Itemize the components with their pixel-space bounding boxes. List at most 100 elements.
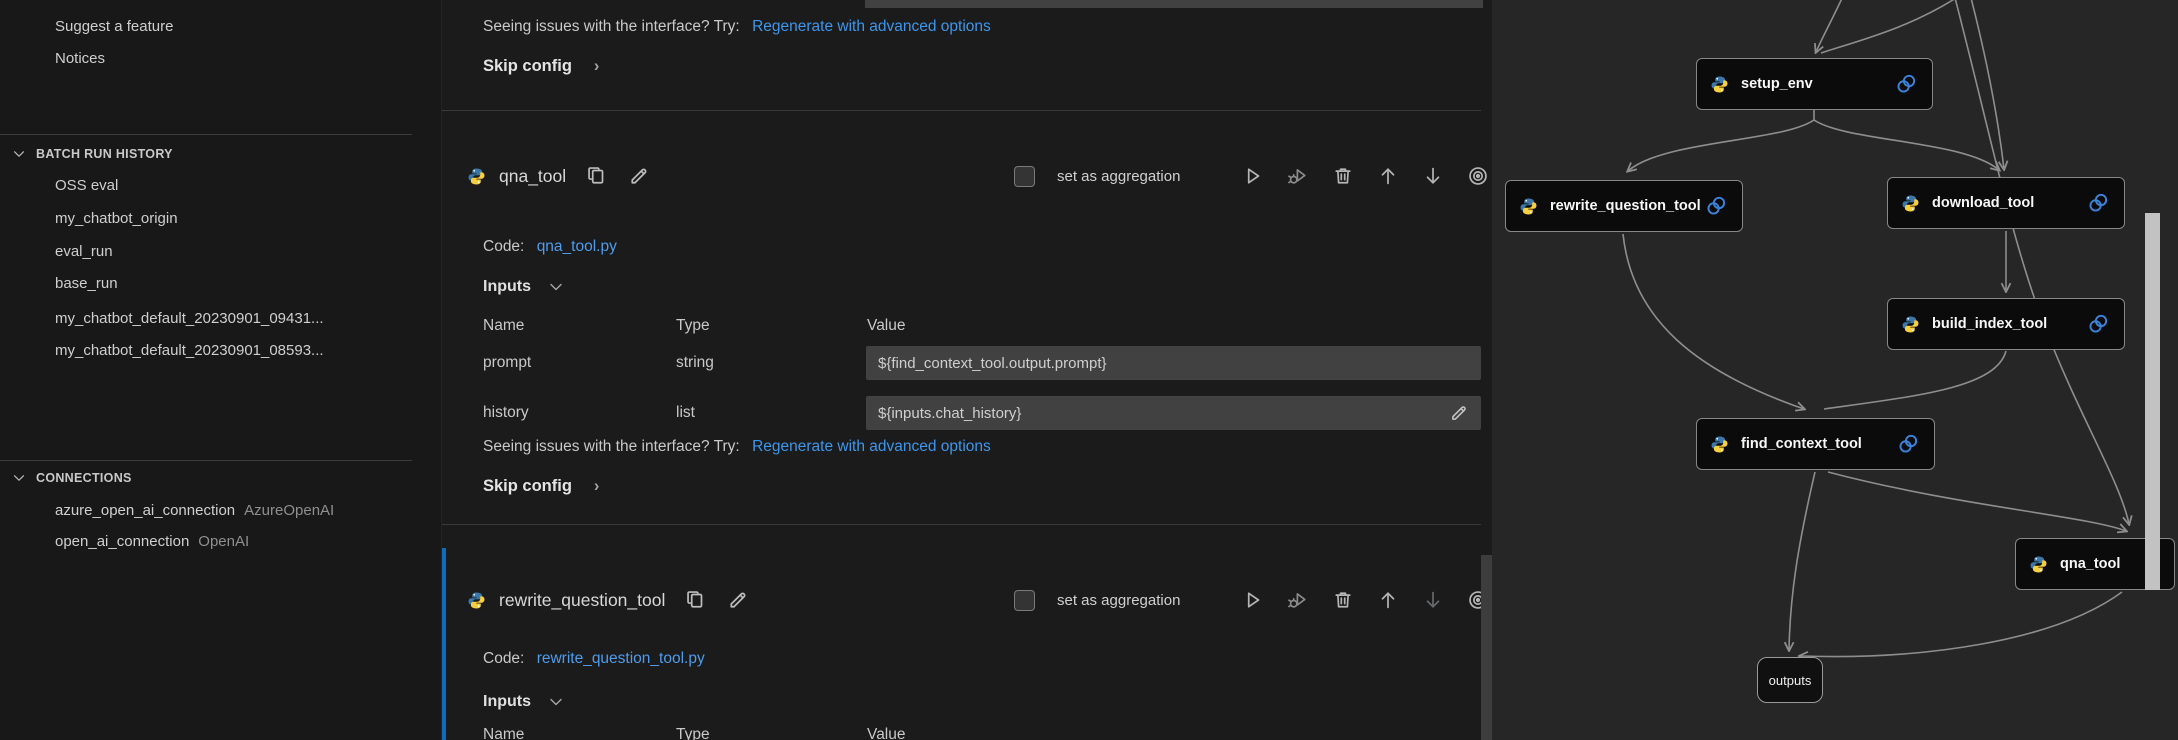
graph-node-label: outputs bbox=[1769, 673, 1812, 688]
variant-link-icon[interactable] bbox=[1896, 432, 1920, 456]
debug-icon[interactable] bbox=[1287, 165, 1309, 187]
value-input[interactable]: ${find_context_tool.output.prompt} bbox=[866, 346, 1481, 380]
inputs-section-header[interactable]: Inputs bbox=[483, 693, 565, 711]
graph-node-label: download_tool bbox=[1932, 195, 2034, 211]
aggregation-label: set as aggregation bbox=[1057, 592, 1219, 609]
variant-link-icon[interactable] bbox=[2086, 191, 2110, 215]
column-header-name: Name bbox=[483, 726, 524, 740]
value-text: ${find_context_tool.output.prompt} bbox=[878, 355, 1107, 372]
connection-item[interactable]: azure_open_ai_connection AzureOpenAI bbox=[55, 500, 334, 522]
python-icon bbox=[1711, 76, 1728, 93]
column-header-name: Name bbox=[483, 317, 524, 335]
move-down-icon[interactable] bbox=[1422, 165, 1444, 187]
section-divider bbox=[442, 110, 1481, 111]
target-icon[interactable] bbox=[1467, 165, 1489, 187]
skip-config-label: Skip config bbox=[483, 477, 572, 495]
skip-config-label: Skip config bbox=[483, 57, 572, 75]
sidebar-divider bbox=[0, 460, 412, 461]
graph-node-label: setup_env bbox=[1741, 76, 1813, 92]
debug-icon[interactable] bbox=[1287, 589, 1309, 611]
copy-icon[interactable] bbox=[685, 589, 707, 611]
sidebar-divider bbox=[0, 134, 412, 135]
run-icon[interactable] bbox=[1242, 165, 1264, 187]
python-icon bbox=[2030, 556, 2047, 573]
chevron-down-icon bbox=[547, 278, 565, 296]
sidebar-item-suggest-feature[interactable]: Suggest a feature bbox=[55, 16, 173, 38]
connection-type: OpenAI bbox=[198, 533, 249, 550]
batch-run-item[interactable]: eval_run bbox=[55, 241, 113, 263]
graph-node-find-context-tool[interactable]: find_context_tool bbox=[1696, 418, 1935, 470]
copy-icon[interactable] bbox=[586, 165, 608, 187]
inputs-label: Inputs bbox=[483, 278, 531, 296]
column-header-value: Value bbox=[867, 317, 906, 335]
python-icon bbox=[1902, 316, 1919, 333]
notice-text: Seeing issues with the interface? Try: bbox=[483, 438, 740, 455]
edit-value-icon[interactable] bbox=[1449, 403, 1469, 423]
column-header-type: Type bbox=[676, 317, 710, 335]
chevron-down-icon[interactable] bbox=[11, 470, 27, 486]
code-label: Code: bbox=[483, 238, 524, 255]
graph-node-label: find_context_tool bbox=[1741, 436, 1862, 452]
regenerate-advanced-link[interactable]: Regenerate with advanced options bbox=[752, 18, 991, 35]
chevron-right-icon: › bbox=[594, 57, 600, 76]
edit-icon[interactable] bbox=[628, 165, 650, 187]
python-icon bbox=[468, 592, 485, 609]
graph-node-build-index-tool[interactable]: build_index_tool bbox=[1887, 298, 2125, 350]
section-header-connections[interactable]: CONNECTIONS bbox=[36, 469, 132, 487]
skip-config-button[interactable]: Skip config› bbox=[483, 477, 599, 496]
aggregation-checkbox[interactable] bbox=[1014, 590, 1035, 611]
python-icon bbox=[1520, 198, 1537, 215]
sidebar-item-notices[interactable]: Notices bbox=[55, 48, 105, 70]
code-line: Code: rewrite_question_tool.py bbox=[483, 650, 705, 668]
delete-icon[interactable] bbox=[1332, 589, 1354, 611]
connection-name: azure_open_ai_connection bbox=[55, 502, 235, 519]
batch-run-item[interactable]: base_run bbox=[55, 273, 118, 295]
edit-icon[interactable] bbox=[727, 589, 749, 611]
delete-icon[interactable] bbox=[1332, 165, 1354, 187]
variant-link-icon[interactable] bbox=[1704, 194, 1728, 218]
tool-header-qna: qna_tool bbox=[468, 156, 650, 196]
flow-graph-panel[interactable]: setup_env rewrite_question_tool download… bbox=[1492, 0, 2178, 740]
graph-node-rewrite-question-tool[interactable]: rewrite_question_tool bbox=[1505, 180, 1743, 232]
batch-run-item[interactable]: my_chatbot_default_20230901_09431... bbox=[55, 308, 324, 330]
move-down-icon[interactable] bbox=[1422, 589, 1444, 611]
tool-header-rewrite: rewrite_question_tool bbox=[468, 580, 749, 620]
section-header-batch-run-history[interactable]: BATCH RUN HISTORY bbox=[36, 145, 173, 163]
graph-node-outputs[interactable]: outputs bbox=[1757, 657, 1823, 703]
notice-text: Seeing issues with the interface? Try: bbox=[483, 18, 740, 35]
inputs-label: Inputs bbox=[483, 693, 531, 711]
python-icon bbox=[1711, 436, 1728, 453]
regenerate-advanced-link[interactable]: Regenerate with advanced options bbox=[752, 438, 991, 455]
graph-node-setup-env[interactable]: setup_env bbox=[1696, 58, 1933, 110]
inputs-section-header[interactable]: Inputs bbox=[483, 278, 565, 296]
variant-link-icon[interactable] bbox=[2086, 312, 2110, 336]
move-up-icon[interactable] bbox=[1377, 589, 1399, 611]
aggregation-checkbox[interactable] bbox=[1014, 166, 1035, 187]
input-row-type: list bbox=[676, 404, 695, 422]
code-file-link[interactable]: qna_tool.py bbox=[537, 238, 617, 255]
tool-toolbar-rewrite: set as aggregation bbox=[1014, 580, 1489, 620]
graph-scrollbar[interactable] bbox=[2145, 213, 2160, 590]
connection-item[interactable]: open_ai_connectionOpenAI bbox=[55, 531, 249, 553]
connection-type: AzureOpenAI bbox=[244, 502, 334, 519]
chevron-down-icon[interactable] bbox=[11, 146, 27, 162]
code-line: Code: qna_tool.py bbox=[483, 238, 617, 256]
flow-config-panel: Seeing issues with the interface? Try: R… bbox=[441, 0, 1492, 740]
run-icon[interactable] bbox=[1242, 589, 1264, 611]
batch-run-item[interactable]: my_chatbot_origin bbox=[55, 208, 178, 230]
batch-run-item[interactable]: my_chatbot_default_20230901_08593... bbox=[55, 340, 324, 362]
graph-node-label: build_index_tool bbox=[1932, 316, 2047, 332]
graph-node-label: qna_tool bbox=[2060, 556, 2120, 572]
code-file-link[interactable]: rewrite_question_tool.py bbox=[537, 650, 705, 667]
value-input[interactable]: ${inputs.chat_history} bbox=[866, 396, 1481, 430]
move-up-icon[interactable] bbox=[1377, 165, 1399, 187]
graph-node-download-tool[interactable]: download_tool bbox=[1887, 177, 2125, 229]
variant-link-icon[interactable] bbox=[1894, 72, 1918, 96]
column-header-type: Type bbox=[676, 726, 710, 740]
batch-run-item[interactable]: OSS eval bbox=[55, 175, 118, 197]
skip-config-button[interactable]: Skip config › bbox=[483, 57, 599, 76]
python-icon bbox=[468, 168, 485, 185]
value-input-clipped[interactable] bbox=[865, 0, 1483, 8]
aggregation-label: set as aggregation bbox=[1057, 168, 1219, 185]
python-icon bbox=[1902, 195, 1919, 212]
